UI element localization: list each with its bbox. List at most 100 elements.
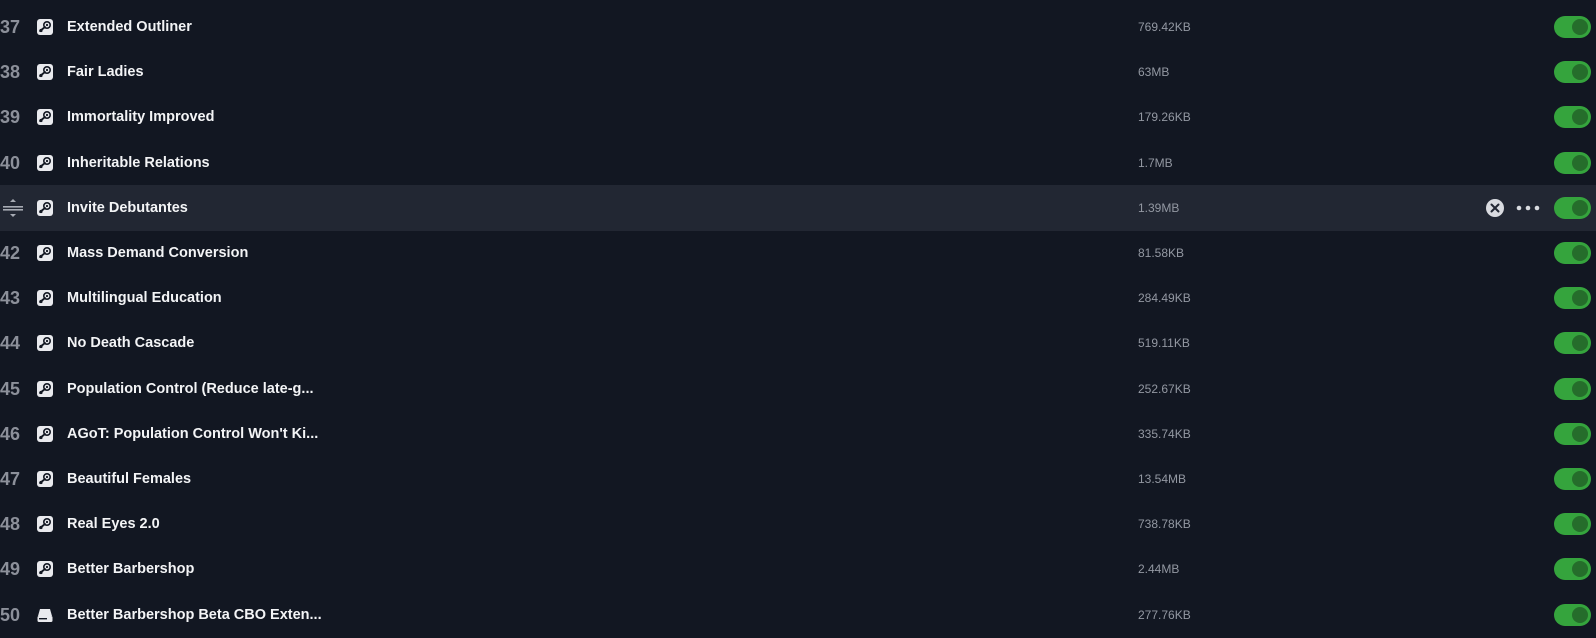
steam-icon	[36, 63, 54, 81]
mod-name: Fair Ladies	[67, 64, 144, 80]
steam-icon	[36, 560, 54, 578]
mod-name: Better Barbershop	[67, 561, 195, 577]
toggle-knob	[1572, 516, 1588, 532]
mod-row[interactable]: 43 Multilingual Education 284.49KB	[0, 275, 1596, 321]
mod-enabled-toggle[interactable]	[1554, 152, 1591, 174]
toggle-knob	[1572, 381, 1588, 397]
mod-row[interactable]: 40 Inheritable Relations 1.7MB	[0, 140, 1596, 186]
mod-load-order: 38	[0, 62, 21, 82]
steam-icon	[36, 108, 54, 126]
mod-size: 13.54MB	[1138, 472, 1187, 486]
steam-icon	[36, 18, 54, 36]
mod-row[interactable]: Invite Debutantes 1.39MB	[0, 185, 1596, 231]
mod-name: No Death Cascade	[67, 335, 195, 351]
steam-icon	[36, 515, 54, 533]
ellipsis-icon	[1516, 205, 1540, 211]
more-options-button[interactable]	[1515, 198, 1541, 218]
mod-row[interactable]: 46 AGoT: Population Control Won't Ki... 33…	[0, 411, 1596, 457]
mod-name: Beautiful Females	[67, 471, 192, 487]
mod-row[interactable]: 48 Real Eyes 2.0 738.78KB	[0, 501, 1596, 547]
mod-load-order: 39	[0, 107, 21, 127]
mod-load-order: 44	[0, 333, 21, 353]
toggle-knob	[1572, 245, 1588, 261]
toggle-knob	[1572, 335, 1588, 351]
mod-load-order: 46	[0, 424, 21, 444]
mod-name: Better Barbershop Beta CBO Exten...	[67, 607, 322, 623]
steam-icon	[36, 154, 54, 172]
steam-icon	[36, 470, 54, 488]
mod-enabled-toggle[interactable]	[1554, 513, 1591, 535]
remove-mod-button[interactable]	[1485, 198, 1505, 218]
steam-icon	[36, 380, 54, 398]
mod-load-order: 37	[0, 17, 21, 37]
mod-name: AGoT: Population Control Won't Ki...	[67, 426, 319, 442]
mod-row[interactable]: 37 Extended Outliner 769.42KB	[0, 4, 1596, 50]
close-circle-icon	[1486, 199, 1504, 217]
mod-size: 738.78KB	[1138, 517, 1191, 531]
mod-name: Real Eyes 2.0	[67, 516, 160, 532]
mod-name: Invite Debutantes	[67, 200, 188, 216]
mod-enabled-toggle[interactable]	[1554, 378, 1591, 400]
mod-enabled-toggle[interactable]	[1554, 61, 1591, 83]
mod-size: 335.74KB	[1138, 427, 1191, 441]
mod-size: 179.26KB	[1138, 110, 1191, 124]
mod-row[interactable]: 47 Beautiful Females 13.54MB	[0, 456, 1596, 502]
mod-size: 284.49KB	[1138, 291, 1191, 305]
mod-name: Inheritable Relations	[67, 155, 210, 171]
mod-name: Extended Outliner	[67, 19, 192, 35]
toggle-knob	[1572, 19, 1588, 35]
toggle-knob	[1572, 109, 1588, 125]
mod-enabled-toggle[interactable]	[1554, 106, 1591, 128]
mod-enabled-toggle[interactable]	[1554, 287, 1591, 309]
drag-handle-icon[interactable]	[2, 198, 24, 218]
mod-load-order: 45	[0, 379, 21, 399]
mod-row[interactable]: 39 Immortality Improved 179.26KB	[0, 94, 1596, 140]
mod-size: 63MB	[1138, 65, 1170, 79]
mod-size: 1.39MB	[1138, 201, 1180, 215]
mod-load-order: 50	[0, 605, 21, 625]
mod-enabled-toggle[interactable]	[1554, 468, 1591, 490]
mod-enabled-toggle[interactable]	[1554, 604, 1591, 626]
toggle-knob	[1572, 471, 1588, 487]
toggle-knob	[1572, 155, 1588, 171]
mod-load-order: 43	[0, 288, 21, 308]
mod-row[interactable]: 50 Better Barbershop Beta CBO Exten... 277…	[0, 592, 1596, 638]
steam-icon	[36, 199, 54, 217]
toggle-knob	[1572, 561, 1588, 577]
mod-name: Mass Demand Conversion	[67, 245, 249, 261]
local-drive-icon	[36, 606, 54, 624]
mod-enabled-toggle[interactable]	[1554, 197, 1591, 219]
mod-size: 81.58KB	[1138, 246, 1185, 260]
toggle-knob	[1572, 426, 1588, 442]
mod-size: 277.76KB	[1138, 608, 1191, 622]
mod-size: 2.44MB	[1138, 562, 1180, 576]
mod-list: 37 Extended Outliner 769.42KB 38 Fair Ladies…	[0, 0, 1596, 638]
mod-enabled-toggle[interactable]	[1554, 332, 1591, 354]
mod-name: Population Control (Reduce late-g...	[67, 381, 314, 397]
mod-enabled-toggle[interactable]	[1554, 423, 1591, 445]
steam-icon	[36, 334, 54, 352]
steam-icon	[36, 244, 54, 262]
toggle-knob	[1572, 64, 1588, 80]
mod-name: Immortality Improved	[67, 109, 215, 125]
mod-row[interactable]: 49 Better Barbershop 2.44MB	[0, 546, 1596, 592]
mod-row[interactable]: 44 No Death Cascade 519.11KB	[0, 320, 1596, 366]
mod-row[interactable]: 42 Mass Demand Conversion 81.58KB	[0, 230, 1596, 276]
mod-size: 1.7MB	[1138, 156, 1173, 170]
mod-size: 252.67KB	[1138, 382, 1191, 396]
mod-size: 519.11KB	[1138, 336, 1190, 350]
mod-enabled-toggle[interactable]	[1554, 242, 1591, 264]
toggle-knob	[1572, 607, 1588, 623]
steam-icon	[36, 425, 54, 443]
mod-enabled-toggle[interactable]	[1554, 558, 1591, 580]
mod-name: Multilingual Education	[67, 290, 222, 306]
mod-enabled-toggle[interactable]	[1554, 16, 1591, 38]
mod-load-order: 47	[0, 469, 21, 489]
mod-row[interactable]: 38 Fair Ladies 63MB	[0, 49, 1596, 95]
mod-load-order: 49	[0, 559, 21, 579]
mod-load-order: 48	[0, 514, 21, 534]
toggle-knob	[1572, 200, 1588, 216]
mod-size: 769.42KB	[1138, 20, 1191, 34]
mod-row[interactable]: 45 Population Control (Reduce late-g... 25…	[0, 366, 1596, 412]
mod-load-order: 42	[0, 243, 21, 263]
